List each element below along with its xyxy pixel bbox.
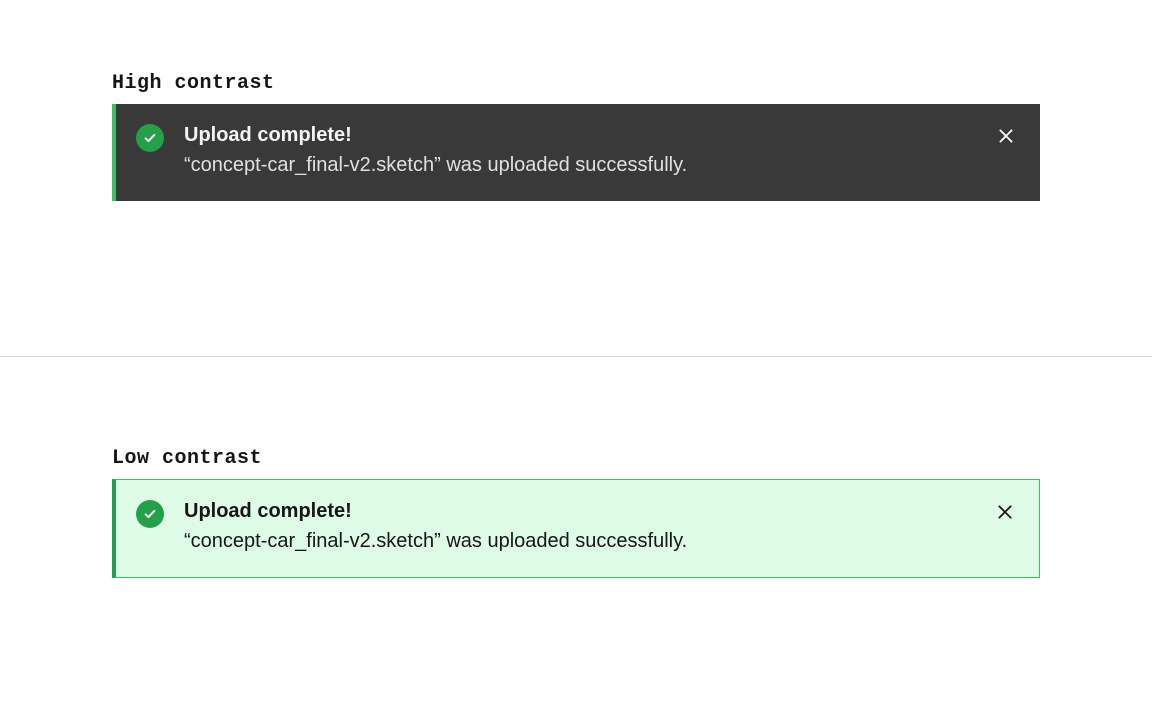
notification-text: Upload complete! “concept-car_final-v2.s… <box>184 498 977 555</box>
notification-body: “concept-car_final-v2.sketch” was upload… <box>184 527 977 555</box>
notification-title: Upload complete! <box>184 122 978 149</box>
notification-high-contrast: Upload complete! “concept-car_final-v2.s… <box>112 104 1040 201</box>
low-contrast-label: Low contrast <box>112 447 262 470</box>
checkmark-circle-icon <box>136 500 164 528</box>
high-contrast-section: High contrast Upload complete! “concept-… <box>0 0 1152 356</box>
success-icon-wrap <box>136 500 164 528</box>
notification-low-contrast: Upload complete! “concept-car_final-v2.s… <box>112 479 1040 578</box>
success-icon-wrap <box>136 124 164 152</box>
close-button[interactable] <box>989 496 1021 528</box>
close-icon <box>997 127 1015 145</box>
notification-text: Upload complete! “concept-car_final-v2.s… <box>184 122 978 179</box>
notification-body: “concept-car_final-v2.sketch” was upload… <box>184 151 978 179</box>
high-contrast-label: High contrast <box>112 72 275 95</box>
close-icon <box>996 503 1014 521</box>
checkmark-circle-icon <box>136 124 164 152</box>
close-button[interactable] <box>990 120 1022 152</box>
low-contrast-section: Low contrast Upload complete! “concept-c… <box>0 356 1152 712</box>
notification-title: Upload complete! <box>184 498 977 525</box>
